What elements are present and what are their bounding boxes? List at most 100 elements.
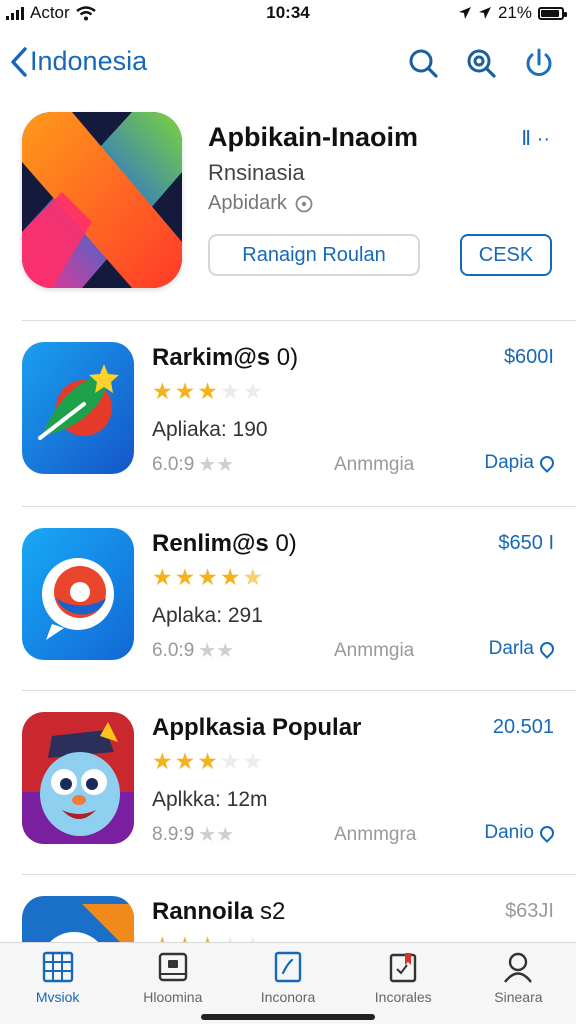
price-button[interactable]: $650 I [498, 532, 554, 555]
search-button[interactable] [404, 44, 442, 82]
star-icon: ★ [197, 378, 218, 404]
star-icon: ★ [152, 378, 173, 404]
star-icon: ★ [174, 564, 196, 590]
app-link[interactable]: Dapia [484, 452, 557, 474]
location-icon [458, 7, 471, 19]
app-category: Anmmgia [334, 640, 415, 661]
compass-logo-icon [22, 896, 134, 942]
star-icon: ★ [197, 934, 218, 943]
star-icon: ★ [242, 378, 264, 404]
back-label: Indonesia [30, 46, 148, 76]
star-icon: ★ [174, 378, 196, 404]
app-title: Rarkim@s 0) [152, 344, 299, 371]
refresh-button[interactable] [520, 44, 558, 82]
tab-bar: Mvsiok Hloomina Inconora Incorales Sinea… [0, 942, 576, 1024]
price-button[interactable]: $63JI [505, 900, 554, 923]
edit-icon [274, 951, 302, 983]
battery-icon [538, 6, 567, 20]
star-icon: ★ [242, 748, 264, 774]
rating-value: 6.0:9 ★★ [152, 453, 235, 477]
app-title: Applkasia Popular [152, 714, 362, 741]
star-icon: ★ [243, 934, 264, 943]
chat-bubble-logo-icon [22, 528, 134, 660]
app-meta: Apliaka: 190 [152, 418, 268, 441]
star-rating: ★★★★★ [152, 566, 263, 589]
featured-app: Apbikain-Inaoim Rnsinasia Apbidark Ⅱ ·· … [22, 108, 558, 298]
star-icon: ★ [220, 934, 241, 943]
tab-sineara[interactable]: Sineara [461, 943, 576, 1024]
featured-app-title: Apbikain-Inaoim [208, 122, 419, 152]
divider [22, 320, 576, 321]
star-icon: ★ [197, 564, 218, 590]
tab-label: Inconora [260, 989, 316, 1005]
list-item[interactable]: Renlim@s 0) $650 I ★ ★ ★ ★ ★ Aplaka: 291 6.0… [0, 508, 576, 676]
star-rating: ★★★★★ [152, 934, 264, 943]
star-icon: ★ [219, 378, 241, 404]
star-icon: ★ [175, 934, 196, 943]
divider [22, 690, 576, 691]
tab-mvsiok[interactable]: Mvsiok [0, 943, 115, 1024]
search-icon [409, 49, 438, 78]
list-item[interactable]: Applkasia Popular 20.501 ★ ★ ★ ★ ★ Aplkka: 1… [0, 692, 576, 860]
star-icon: ★ [152, 748, 173, 774]
divider [22, 506, 576, 507]
tab-label: Hloomina [143, 989, 203, 1005]
featured-app-icon[interactable] [22, 112, 182, 288]
zoom-search-button[interactable] [462, 44, 500, 82]
home-indicator[interactable] [201, 1014, 375, 1020]
info-circle-icon [295, 195, 313, 212]
location-pin-icon [537, 453, 557, 473]
app-icon [22, 528, 134, 660]
featured-secondary-button[interactable]: CESK [460, 234, 552, 276]
featured-category-label: Apbidark [208, 192, 287, 214]
app-category: Anmmgia [334, 454, 415, 475]
tab-incorales[interactable]: Incorales [346, 943, 461, 1024]
star-icon: ★★ [198, 824, 235, 846]
app-meta: Aplaka: 291 [152, 604, 263, 627]
list-item[interactable]: Rarkim@s 0) $600I ★ ★ ★ ★ ★ Apliaka: 190 6.0… [0, 322, 576, 490]
battery-percent: 21% [497, 3, 532, 22]
person-icon [504, 952, 533, 983]
location-pin-icon [537, 639, 557, 659]
price-button[interactable]: $600I [504, 346, 554, 369]
tab-hloomina[interactable]: Hloomina [115, 943, 230, 1024]
cartoon-character-logo-icon [22, 712, 134, 844]
location-icon-2 [478, 7, 491, 19]
back-button[interactable]: Indonesia [10, 46, 147, 77]
featured-share-button[interactable]: Ⅱ ·· [521, 126, 550, 151]
rating-value: 6.0:9 ★★ [152, 639, 235, 663]
ribbon-x-logo-icon [22, 112, 182, 288]
price-button[interactable]: 20.501 [493, 716, 554, 739]
app-title: Renlim@s 0) [152, 530, 297, 557]
grid-icon [42, 951, 73, 983]
star-icon: ★★ [198, 454, 235, 476]
app-icon [22, 896, 134, 942]
bookmark-icon [390, 953, 417, 983]
tab-label: Incorales [374, 989, 432, 1005]
nav-bar: Indonesia [0, 38, 576, 90]
app-category: Anmmgra [334, 824, 417, 845]
star-icon: ★ [197, 748, 218, 774]
star-icon: ★ [219, 564, 241, 590]
app-link[interactable]: Darla [489, 638, 557, 660]
star-rating: ★★★★★ [152, 750, 263, 773]
star-icon: ★ [219, 748, 241, 774]
featured-primary-button[interactable]: Ranaign Roulan [208, 234, 420, 276]
tab-inconora[interactable]: Inconora [230, 943, 345, 1024]
star-icon: ★ [152, 564, 173, 590]
app-icon [22, 342, 134, 474]
divider [22, 874, 576, 875]
featured-app-subtitle: Rnsinasia [208, 160, 305, 185]
featured-app-category: Apbidark [208, 192, 313, 215]
app-link[interactable]: Danio [484, 822, 557, 844]
tab-label: Mvsiok [35, 989, 80, 1005]
star-icon: ★ [174, 748, 196, 774]
list-item[interactable]: Rannoila s2 $63JI ★★★★★ [0, 876, 576, 942]
inbox-icon [158, 952, 187, 982]
star-rating: ★★★★★ [152, 380, 263, 403]
star-icon: ★ [242, 564, 264, 590]
chevron-left-icon [11, 46, 27, 77]
star-icon: ★ [152, 934, 173, 943]
status-bar: Actor 10:34 21% [0, 0, 576, 28]
app-meta: Aplkka: 12m [152, 788, 268, 811]
